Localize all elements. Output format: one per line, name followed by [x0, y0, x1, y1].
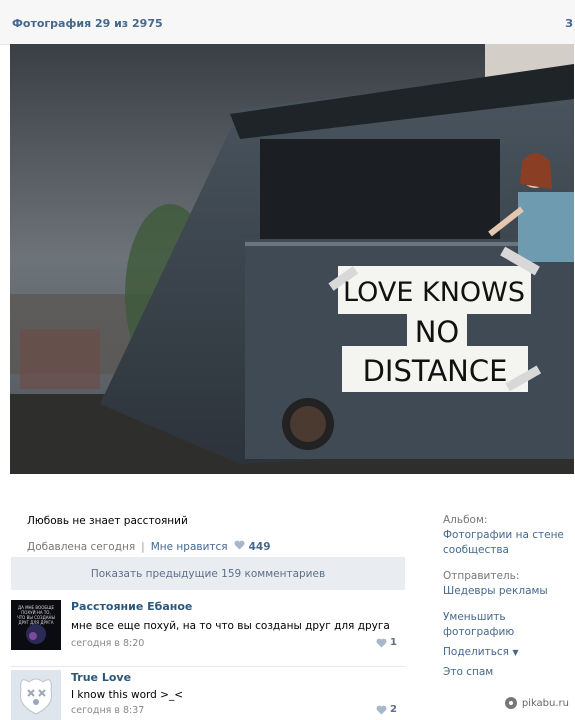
pikabu-logo-icon [504, 697, 517, 709]
album-link[interactable]: Фотографии на стене сообщества [443, 528, 573, 558]
avatar[interactable] [11, 670, 61, 720]
meta-separator: | [141, 540, 145, 553]
comment-item: True Love I know this word >_< сегодня в… [11, 666, 405, 720]
pikabu-watermark: pikabu.ru [504, 696, 569, 710]
chevron-down-icon: ▼ [512, 648, 519, 657]
comment-item: ДА МНЕ ВООБЩЕ ПОХУЙ НА ТО, ЧТО ВЫ СОЗДАН… [11, 597, 405, 655]
close-or-next-link[interactable]: З [565, 17, 573, 30]
avatar[interactable]: ДА МНЕ ВООБЩЕ ПОХУЙ НА ТО, ЧТО ВЫ СОЗДАН… [11, 600, 61, 650]
comment-text: мне все еще похуй, на то что вы созданы … [71, 620, 390, 632]
album-label: Альбом: [443, 514, 488, 526]
svg-text:ДРУГ ДЛЯ ДРУГА: ДРУГ ДЛЯ ДРУГА [18, 620, 53, 625]
share-link[interactable]: Поделиться ▼ [443, 645, 573, 660]
photo-image[interactable]: LOVE KNOWS NO DISTANCE [10, 44, 574, 474]
photo-meta: Добавлена сегодня | Мне нравится 449 [27, 540, 271, 553]
comment-author[interactable]: True Love [71, 671, 131, 684]
shrink-photo-link[interactable]: Уменьшить фотографию [443, 610, 573, 640]
comment-like[interactable]: 1 [376, 637, 397, 648]
sign-line-3: DISTANCE [363, 354, 508, 388]
photo-sidebar: Альбом: Фотографии на стене сообщества О… [443, 513, 573, 680]
comment-like[interactable]: 2 [376, 704, 397, 715]
like-link[interactable]: Мне нравится [151, 541, 228, 553]
sender-label: Отправитель: [443, 570, 520, 582]
sign-line-2: NO [415, 315, 460, 349]
comment-time[interactable]: сегодня в 8:20 [71, 638, 144, 649]
show-previous-comments-button[interactable]: Показать предыдущие 159 комментариев [11, 557, 405, 590]
sender-link[interactable]: Шедевры рекламы [443, 584, 573, 599]
comment-like-count: 2 [390, 704, 397, 715]
like-count: 449 [248, 540, 271, 553]
sign-line-1: LOVE KNOWS [343, 277, 525, 308]
watermark-text: pikabu.ru [521, 697, 569, 709]
share-label: Поделиться [443, 646, 509, 658]
comment-author[interactable]: Расстояние Ебаное [71, 600, 192, 613]
heart-icon [376, 705, 387, 714]
photo-viewer-header: Фотография 29 из 2975 З [0, 0, 575, 45]
sender-info: Отправитель: Шедевры рекламы [443, 569, 573, 599]
album-info: Альбом: Фотографии на стене сообщества [443, 513, 573, 558]
photo-illustration: LOVE KNOWS NO DISTANCE [10, 44, 574, 474]
added-date: Добавлена сегодня [27, 540, 136, 553]
heart-icon[interactable] [234, 540, 245, 553]
photo-caption: Любовь не знает расстояний [27, 515, 188, 527]
comment-text: I know this word >_< [71, 689, 184, 701]
heart-icon [376, 638, 387, 647]
photo-counter-title: Фотография 29 из 2975 [12, 17, 163, 30]
comment-time[interactable]: сегодня в 8:37 [71, 705, 144, 716]
report-spam-link[interactable]: Это спам [443, 665, 573, 680]
comment-like-count: 1 [390, 637, 397, 648]
